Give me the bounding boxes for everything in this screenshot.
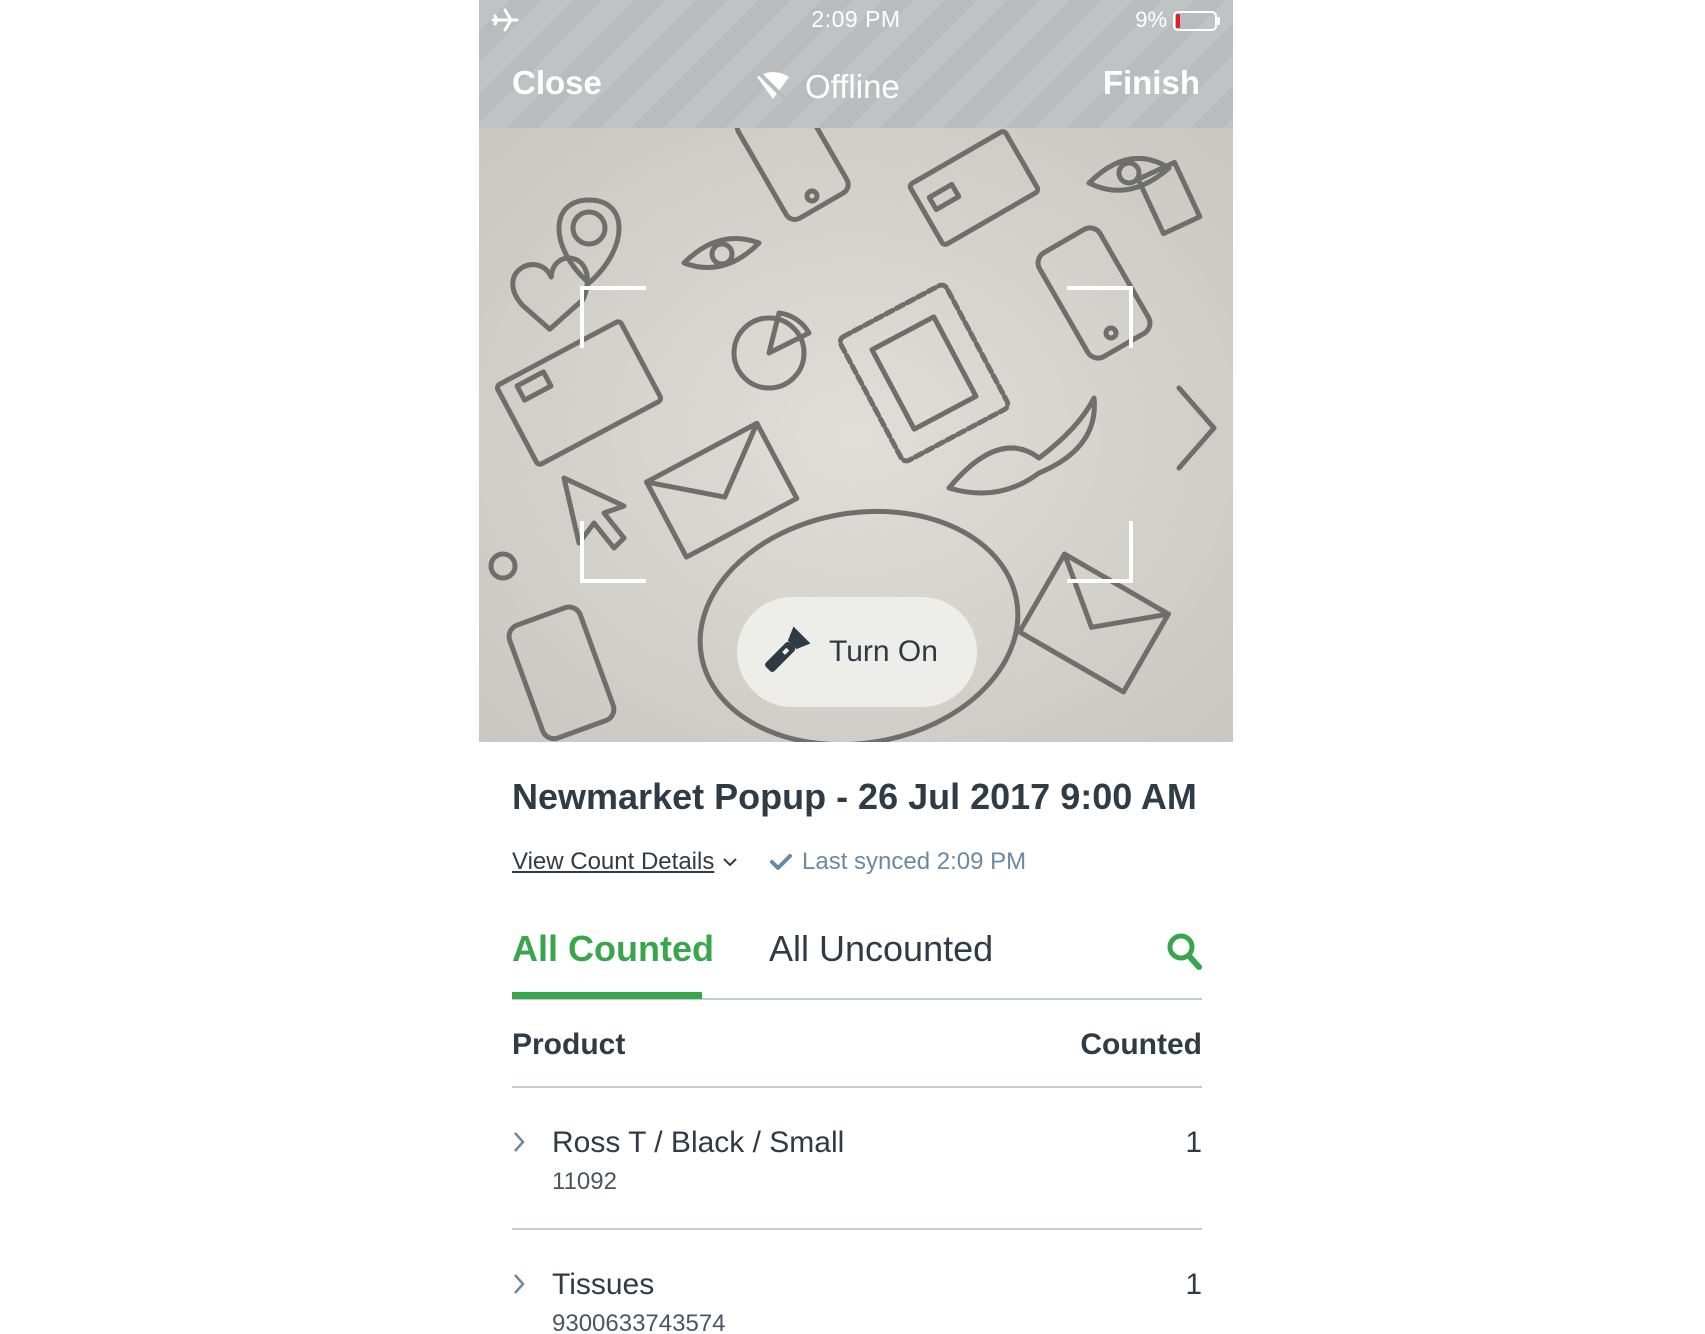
offline-label: Offline: [805, 68, 900, 105]
scan-frame-corner-bottom-right: [1067, 521, 1133, 583]
offline-indicator: Offline: [755, 64, 900, 110]
table-row[interactable]: Ross T / Black / Small 11092 1: [512, 1088, 1202, 1230]
view-count-details-label: View Count Details: [512, 848, 715, 875]
nav-bar: Close Offline Finish: [479, 60, 1233, 110]
product-sku: 11092: [552, 1168, 617, 1195]
tab-all-uncounted[interactable]: All Uncounted: [769, 928, 993, 970]
wifi-off-icon: [757, 71, 789, 103]
product-name: Tissues: [552, 1268, 655, 1301]
tab-bar: All Counted All Uncounted: [512, 922, 1202, 1000]
search-icon[interactable]: [1166, 932, 1202, 970]
chevron-right-icon: [514, 1132, 525, 1152]
app-screen: 2:09 PM 9% Close Offline Finish Turn On …: [479, 0, 1233, 1334]
chevron-down-icon: [723, 858, 738, 867]
status-bar: 2:09 PM 9%: [479, 0, 1233, 40]
sync-status-label: Last synced 2:09 PM: [802, 848, 1027, 875]
finish-button[interactable]: Finish: [1103, 64, 1200, 102]
camera-viewfinder[interactable]: Turn On: [479, 128, 1233, 742]
top-bar: 2:09 PM 9% Close Offline Finish: [479, 0, 1233, 128]
active-tab-indicator: [512, 992, 702, 999]
table-header: Product Counted: [512, 1000, 1202, 1088]
scan-frame-corner-top-right: [1067, 286, 1133, 348]
column-header-product: Product: [512, 1028, 626, 1061]
sync-status: Last synced 2:09 PM: [770, 848, 1026, 876]
scan-frame-corner-bottom-left: [580, 521, 646, 583]
chevron-right-icon: [514, 1274, 525, 1294]
count-title: Newmarket Popup - 26 Jul 2017 9:00 AM: [512, 776, 1197, 817]
torch-toggle-button[interactable]: Turn On: [737, 597, 977, 707]
close-button[interactable]: Close: [512, 64, 602, 102]
product-sku: 9300633743574: [552, 1310, 726, 1334]
scan-frame-corner-top-left: [580, 286, 646, 348]
status-time: 2:09 PM: [811, 6, 901, 32]
battery-icon: [1173, 11, 1220, 31]
view-count-details-link[interactable]: View Count Details: [512, 848, 738, 876]
product-name: Ross T / Black / Small: [552, 1126, 845, 1159]
torch-label: Turn On: [829, 635, 938, 668]
table-row[interactable]: Tissues 9300633743574 1: [512, 1230, 1202, 1334]
tab-all-counted[interactable]: All Counted: [512, 928, 714, 996]
flashlight-icon: [765, 626, 811, 672]
product-counted: 1: [1185, 1268, 1202, 1301]
column-header-counted: Counted: [1080, 1028, 1202, 1061]
checkmark-icon: [770, 854, 792, 870]
product-counted: 1: [1185, 1126, 1202, 1159]
battery-percent: 9%: [1135, 7, 1167, 32]
